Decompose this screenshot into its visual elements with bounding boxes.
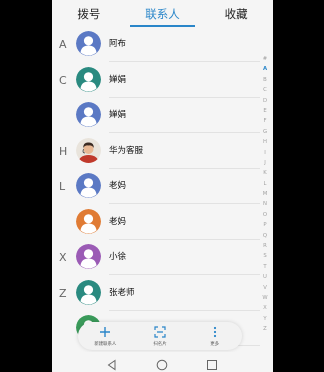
navigation-bar: [52, 352, 273, 372]
section-letter: C: [59, 73, 67, 87]
contact-list: A阿布C婵娟婵娟H华为客服L老妈老妈X小徐Z张老师张老师: [52, 27, 273, 372]
more-label: 更多: [210, 341, 220, 347]
index-letter[interactable]: O: [263, 210, 267, 220]
tab-dialer[interactable]: 拨号: [52, 0, 126, 27]
section-letter: H: [59, 144, 68, 158]
more-button[interactable]: 更多: [187, 322, 242, 350]
index-letter[interactable]: M: [263, 189, 268, 199]
index-letter[interactable]: D: [263, 96, 267, 106]
index-letter[interactable]: N: [263, 199, 267, 209]
index-letter[interactable]: L: [264, 179, 267, 189]
index-letter[interactable]: P: [263, 220, 266, 230]
section-letter: L: [59, 180, 66, 193]
tab-favorites[interactable]: 收藏: [199, 0, 273, 27]
index-letter[interactable]: X: [263, 303, 267, 313]
more-vertical-icon: [209, 326, 221, 339]
index-letter[interactable]: C: [263, 85, 267, 95]
index-letter[interactable]: S: [263, 251, 266, 261]
contact-name: 华为客服: [109, 145, 144, 156]
contact-name: 婵娟: [109, 110, 127, 120]
phone-screen: 拨号 联系人 收藏 A阿布C婵娟婵娟H华为客服L老妈老妈X小徐Z张老师张老师 #…: [52, 0, 273, 372]
alphabet-index[interactable]: # A B C D E F G H I J K L M N O P Q R S T U V W X Y Z: [260, 54, 270, 335]
contact-name: 老妈: [109, 216, 127, 227]
avatar-person-icon: [76, 31, 101, 56]
contact-name: 张老师: [109, 287, 135, 298]
index-letter[interactable]: W: [262, 293, 267, 303]
recents-square-icon[interactable]: [206, 356, 218, 370]
avatar-person-icon: [76, 173, 101, 198]
contact-name: 小徐: [109, 252, 127, 262]
avatar-person-icon: [76, 102, 101, 127]
index-letter[interactable]: H: [263, 137, 267, 147]
index-letter[interactable]: K: [263, 168, 266, 178]
avatar-person-icon: [76, 66, 101, 92]
bottom-toolbar: 新建联系人 扫名片 更多: [78, 322, 242, 350]
index-letter[interactable]: U: [263, 272, 267, 282]
index-letter[interactable]: F: [263, 116, 266, 126]
home-circle-icon[interactable]: [156, 356, 168, 371]
index-letter[interactable]: J: [264, 158, 266, 168]
section-letter: X: [59, 251, 67, 264]
avatar-person-icon: [76, 208, 101, 234]
contact-row[interactable]: H 华为客服: [52, 134, 260, 169]
scan-card-label: 扫名片: [153, 341, 167, 347]
contact-name: 阿布: [109, 39, 127, 49]
contact-row[interactable]: 婵娟: [52, 98, 260, 133]
section-letter: Z: [59, 286, 67, 300]
contact-row[interactable]: X 小徐: [52, 240, 260, 275]
index-letter[interactable]: Q: [263, 231, 267, 241]
index-letter[interactable]: E: [263, 106, 266, 116]
back-triangle-icon[interactable]: [106, 356, 118, 371]
index-letter[interactable]: #: [263, 54, 267, 64]
index-letter[interactable]: B: [263, 75, 267, 85]
tab-bar: 拨号 联系人 收藏: [52, 0, 273, 27]
contact-name: 老妈: [109, 181, 127, 191]
avatar-person-icon: [76, 279, 101, 305]
contact-name: 婵娟: [109, 74, 127, 85]
index-letter[interactable]: Y: [263, 314, 266, 324]
index-letter[interactable]: Z: [263, 324, 267, 334]
tab-contacts[interactable]: 联系人: [126, 0, 200, 27]
contact-row[interactable]: A 阿布: [52, 27, 260, 62]
scan-icon: [154, 326, 166, 339]
contact-row[interactable]: L 老妈: [52, 169, 260, 204]
plus-icon: [99, 326, 111, 339]
contact-row[interactable]: 老妈: [52, 205, 260, 240]
index-letter[interactable]: T: [263, 262, 266, 272]
new-contact-label: 新建联系人: [94, 341, 117, 347]
index-letter[interactable]: V: [263, 283, 267, 293]
contact-row[interactable]: Z 张老师: [52, 276, 260, 311]
index-letter[interactable]: I: [264, 148, 266, 158]
contact-row[interactable]: C 婵娟: [52, 63, 260, 98]
index-letter[interactable]: A: [263, 64, 267, 74]
scan-card-button[interactable]: 扫名片: [133, 322, 188, 350]
index-letter[interactable]: G: [263, 127, 267, 137]
avatar-person-icon: [76, 244, 101, 269]
avatar-photo: [76, 137, 101, 163]
new-contact-button[interactable]: 新建联系人: [78, 322, 133, 350]
section-letter: A: [59, 38, 67, 51]
index-letter[interactable]: R: [263, 241, 267, 251]
